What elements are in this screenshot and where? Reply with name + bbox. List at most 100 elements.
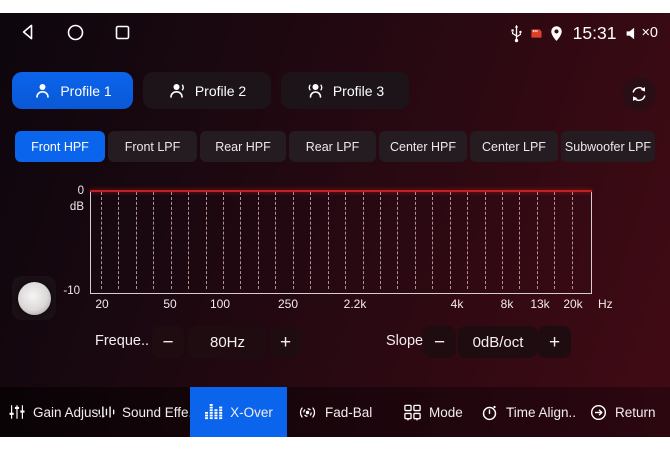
slope-minus-button[interactable]: − [423, 326, 456, 358]
nav-fad-bal[interactable]: Fad-Bal [297, 387, 372, 437]
gridline [118, 192, 119, 289]
nav-gain-adjust[interactable]: Gain Adjus.. [8, 387, 106, 437]
knob-icon [18, 282, 51, 315]
gridline [537, 192, 538, 289]
gridline [363, 192, 364, 289]
tab-rear-lpf[interactable]: Rear LPF [289, 131, 376, 162]
app-background: 15:31 ×0 [0, 13, 670, 437]
gridline [240, 192, 241, 289]
tab-rear-hpf[interactable]: Rear HPF [200, 131, 286, 162]
gridline [572, 192, 573, 289]
x-axis-ticks: 20501002502.2k4k8k13k20k [90, 297, 590, 312]
y-axis-unit-label: dB [58, 201, 84, 213]
tab-profile-2[interactable]: Profile 2 [143, 72, 271, 109]
x-tick-label: 20k [563, 297, 582, 311]
profile-label: Profile 2 [195, 83, 246, 99]
x-tick-label: 8k [501, 297, 514, 311]
gridline [223, 192, 224, 289]
filter-label: Center HPF [390, 140, 456, 154]
y-axis-bottom-label: -10 [54, 285, 80, 297]
tab-front-lpf[interactable]: Front LPF [108, 131, 197, 162]
nav-label: Gain Adjus.. [33, 405, 106, 420]
refresh-icon [629, 84, 649, 104]
plot-gridlines [91, 190, 591, 293]
bottom-nav-bar: Gain Adjus.. Sound Effe.. [0, 387, 670, 437]
tab-profile-1[interactable]: Profile 1 [12, 72, 133, 109]
gridline [502, 192, 503, 289]
clock: 15:31 [573, 23, 617, 44]
person-icon [33, 82, 52, 99]
filter-label: Rear HPF [215, 140, 271, 154]
filter-label: Rear LPF [306, 140, 360, 154]
equalizer-icon [97, 403, 115, 421]
filter-label: Center LPF [482, 140, 546, 154]
nav-label: Mode [429, 405, 463, 420]
reset-button[interactable] [622, 77, 656, 111]
crossover-filter-tabs: Front HPF Front LPF Rear HPF Rear LPF Ce… [15, 131, 655, 162]
gridline [101, 192, 102, 289]
usb-icon [509, 24, 524, 43]
y-axis-top-label: 0 [58, 185, 84, 197]
nav-label: X-Over [230, 405, 273, 420]
gridline [258, 192, 259, 289]
gridline [519, 192, 520, 289]
x-tick-label: 2.2k [344, 297, 367, 311]
x-tick-label: 250 [278, 297, 298, 311]
nav-label: Fad-Bal [325, 405, 372, 420]
x-axis-unit-label: Hz [598, 297, 613, 311]
nav-x-over[interactable]: X-Over [190, 387, 287, 437]
profile-tabs: Profile 1 Profile 2 [12, 72, 409, 109]
x-tick-label: 20 [95, 297, 108, 311]
gridline [380, 192, 381, 289]
volume-level: ×0 [641, 25, 658, 41]
gridline [432, 192, 433, 289]
tab-center-lpf[interactable]: Center LPF [470, 131, 558, 162]
filter-label: Subwoofer LPF [565, 140, 651, 154]
tab-center-hpf[interactable]: Center HPF [379, 131, 467, 162]
mode-grid-icon [403, 403, 422, 422]
adjust-knob-button[interactable] [12, 276, 56, 320]
gridline [554, 192, 555, 289]
gridline [275, 192, 276, 289]
gridline [293, 192, 294, 289]
nav-time-align[interactable]: Time Align.. [480, 387, 576, 437]
gridline [153, 192, 154, 289]
nav-sound-effects[interactable]: Sound Effe.. [97, 387, 196, 437]
back-button[interactable] [18, 22, 38, 42]
stopwatch-icon [480, 403, 499, 422]
gridline [485, 192, 486, 289]
slope-label: Slope [386, 333, 423, 349]
gain-sliders-icon [8, 403, 26, 421]
back-icon [19, 23, 37, 41]
tab-profile-3[interactable]: Profile 3 [281, 72, 409, 109]
gridline [467, 192, 468, 289]
recents-button[interactable] [112, 22, 132, 42]
tab-front-hpf[interactable]: Front HPF [15, 131, 105, 162]
frequency-plus-button[interactable]: + [270, 326, 301, 358]
volume-muted-icon [625, 26, 640, 41]
gridline [450, 192, 451, 289]
status-bar: 15:31 ×0 [0, 13, 670, 53]
frequency-minus-button[interactable]: − [152, 326, 184, 358]
nav-label: Return [615, 405, 656, 420]
tab-subwoofer-lpf[interactable]: Subwoofer LPF [561, 131, 655, 162]
gridline [415, 192, 416, 289]
gridline [397, 192, 398, 289]
filter-label: Front LPF [125, 140, 181, 154]
person-group-icon [306, 82, 325, 99]
x-tick-label: 13k [530, 297, 549, 311]
filter-label: Front HPF [31, 140, 89, 154]
slope-plus-button[interactable]: + [538, 326, 571, 358]
nav-mode[interactable]: Mode [403, 387, 463, 437]
status-icons: 15:31 ×0 [509, 21, 658, 45]
home-button[interactable] [65, 22, 85, 42]
gridline [171, 192, 172, 289]
slope-value: 0dB/oct [458, 326, 538, 358]
gridline [345, 192, 346, 289]
profile-label: Profile 1 [60, 83, 111, 99]
nav-return[interactable]: Return [589, 387, 656, 437]
gridline [206, 192, 207, 289]
volume-status: ×0 [625, 25, 658, 41]
crossover-bars-icon [204, 404, 223, 421]
gridline [136, 192, 137, 289]
